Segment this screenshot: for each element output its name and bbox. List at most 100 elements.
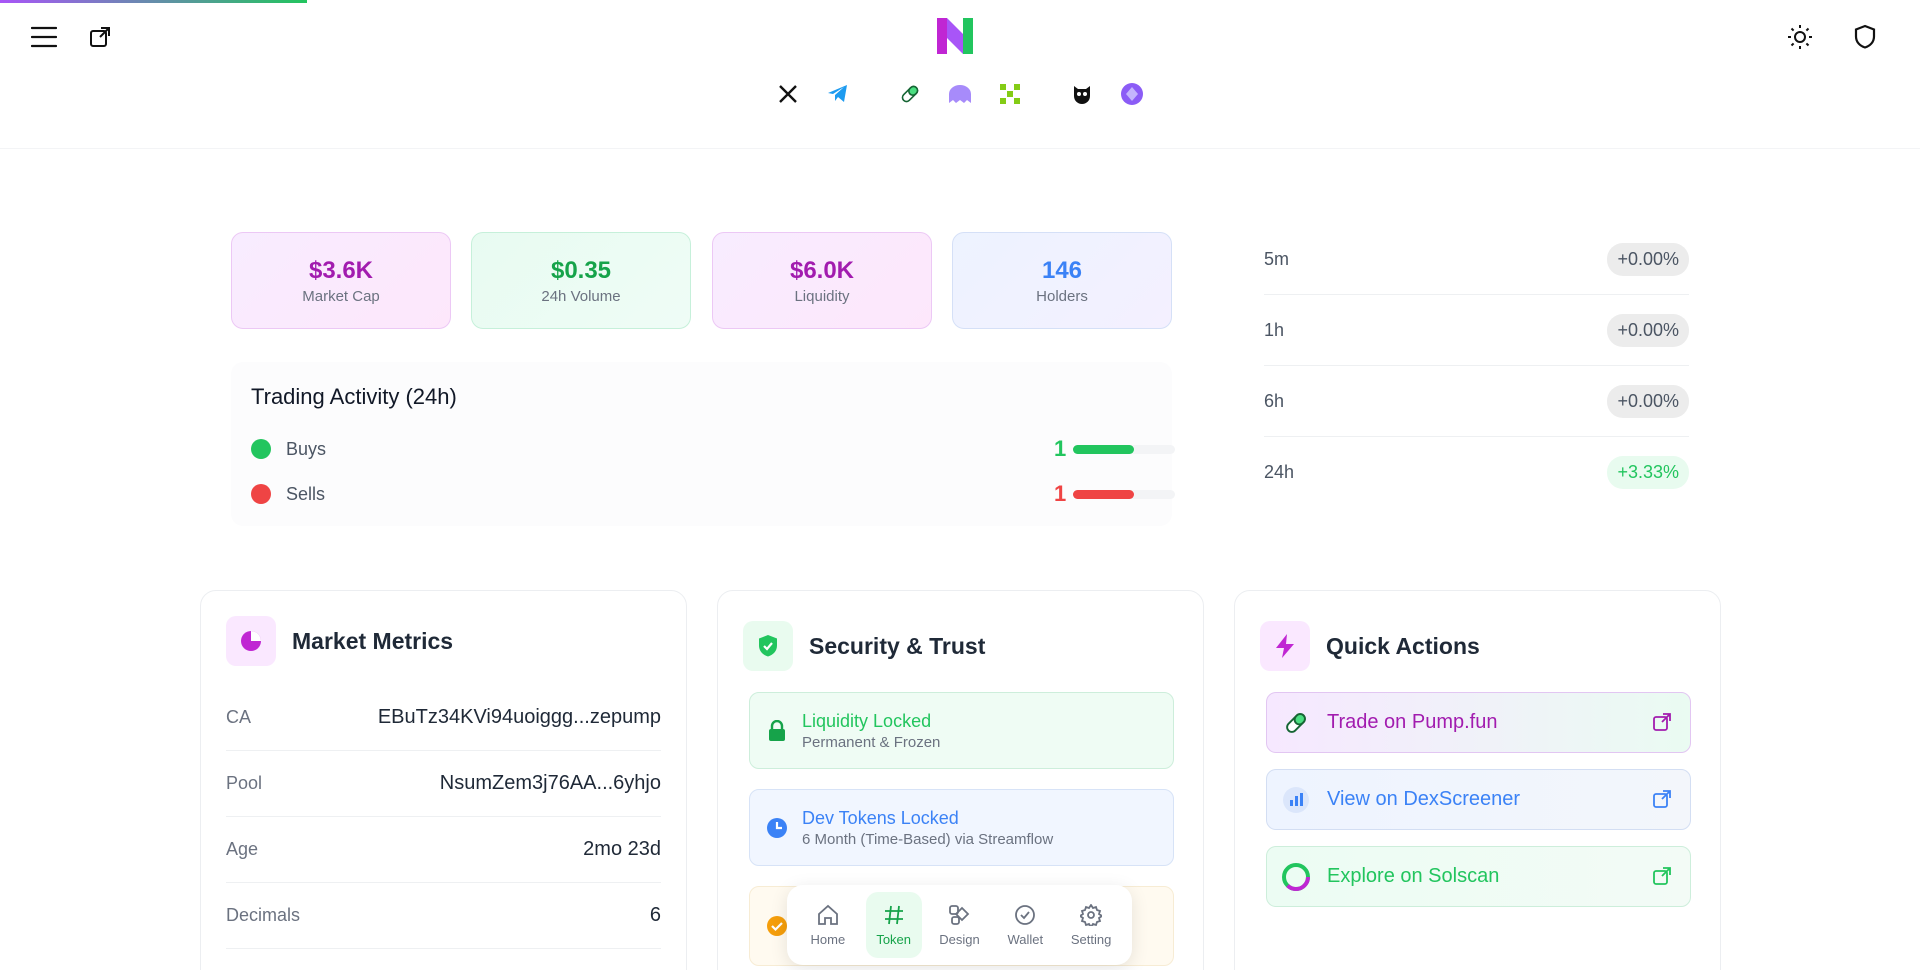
quick-action-label: Explore on Solscan — [1327, 865, 1500, 887]
x-icon — [779, 85, 797, 103]
shield-icon — [1854, 24, 1876, 49]
gear-icon — [1080, 903, 1103, 926]
ghost-icon — [949, 85, 971, 103]
hash-icon — [884, 905, 903, 924]
buys-dot — [251, 439, 271, 459]
timeframe-label: 5m — [1264, 248, 1290, 269]
timeframe-row: 1h +0.00% — [1264, 295, 1689, 366]
nav-label: Wallet — [1007, 931, 1044, 947]
pie-chart-icon — [226, 616, 276, 666]
stat-card-volume: $0.35 24h Volume — [471, 232, 691, 329]
pill-icon — [901, 85, 919, 103]
stat-card-market-cap: $3.6K Market Cap — [231, 232, 451, 329]
sells-bar-track — [1073, 489, 1175, 499]
metric-value[interactable]: NsumZem3j76AA...6yhjo — [440, 772, 661, 795]
stat-label: Market Cap — [302, 287, 380, 305]
bar-chart-icon — [1281, 785, 1311, 815]
brand-logo[interactable] — [935, 16, 975, 56]
external-link-icon — [1653, 867, 1671, 885]
stat-card-holders: 146 Holders — [952, 232, 1172, 329]
buys-count: 1 — [1054, 436, 1067, 461]
explore-solscan-button[interactable]: Explore on Solscan — [1266, 846, 1691, 907]
stat-value: $3.6K — [308, 256, 374, 284]
metric-value: 6 — [649, 904, 661, 926]
menu-button[interactable] — [26, 19, 62, 55]
header-divider — [0, 148, 1920, 149]
nav-design[interactable]: Design — [931, 892, 987, 958]
metric-row: Data Source — [226, 949, 661, 970]
timeframe-label: 1h — [1264, 319, 1285, 340]
panel-header: Quick Actions — [1260, 621, 1480, 671]
stat-label: Liquidity — [794, 287, 850, 305]
metric-value: 2mo 23d — [583, 838, 661, 860]
trading-activity-card: Trading Activity (24h) Buys 1 Sells 1 — [231, 362, 1175, 526]
metric-row: Pool NsumZem3j76AA...6yhjo — [226, 751, 661, 817]
telegram-link[interactable] — [824, 80, 852, 108]
buys-bar-fill — [1073, 444, 1135, 454]
sells-bar-fill — [1073, 489, 1135, 499]
timeframe-change: +0.00% — [1607, 242, 1689, 276]
clock-icon — [766, 817, 788, 839]
sells-row: Sells 1 — [251, 481, 1175, 506]
panel-header: Market Metrics — [226, 616, 453, 666]
security-item-subtitle: Permanent & Frozen — [802, 733, 941, 751]
pumpfun-link[interactable] — [896, 80, 924, 108]
gem-icon — [1121, 83, 1143, 105]
stat-card-liquidity: $6.0K Liquidity — [712, 232, 932, 329]
owl-link[interactable] — [1068, 80, 1096, 108]
security-item-title: Dev Tokens Locked — [802, 807, 959, 828]
ghost-link[interactable] — [946, 80, 974, 108]
panel-title: Market Metrics — [292, 627, 454, 654]
timeframe-change: +0.00% — [1607, 384, 1689, 418]
security-shield-button[interactable] — [1847, 19, 1883, 55]
sells-count: 1 — [1054, 481, 1067, 506]
timeframe-change: +3.33% — [1607, 456, 1689, 489]
trading-activity-title: Trading Activity (24h) — [251, 384, 457, 409]
nav-wallet[interactable]: Wallet — [997, 892, 1053, 958]
quick-action-label: Trade on Pump.fun — [1327, 711, 1498, 733]
nav-token[interactable]: Token — [865, 892, 922, 958]
external-link-icon — [1653, 713, 1671, 731]
view-dexscreener-button[interactable]: View on DexScreener — [1266, 769, 1691, 830]
x-link[interactable] — [774, 80, 802, 108]
open-external-button[interactable] — [82, 19, 118, 55]
checker-link[interactable] — [996, 80, 1024, 108]
telegram-icon — [828, 85, 847, 102]
page-load-progress — [0, 0, 307, 3]
dev-tokens-locked-card: Dev Tokens Locked 6 Month (Time-Based) v… — [749, 789, 1174, 866]
buys-row: Buys 1 — [251, 436, 1175, 461]
pill-icon — [1281, 708, 1311, 738]
owl-icon — [1074, 86, 1090, 104]
sells-dot — [251, 484, 271, 504]
panel-title: Security & Trust — [809, 632, 986, 659]
metric-key: CA — [226, 707, 252, 727]
checker-icon — [1000, 84, 1020, 104]
timeframe-label: 6h — [1264, 390, 1285, 411]
nav-home[interactable]: Home — [800, 892, 856, 958]
badge-check-icon — [1015, 904, 1036, 925]
menu-icon — [31, 26, 57, 48]
verified-badge-icon — [766, 915, 788, 937]
home-icon — [817, 904, 838, 925]
theme-toggle-button[interactable] — [1782, 19, 1818, 55]
market-metrics-panel: Market Metrics CA EBuTz34KVi94uoiggg...z… — [200, 590, 687, 970]
timeframe-row: 5m +0.00% — [1264, 224, 1689, 295]
metric-value[interactable]: EBuTz34KVi94uoiggg...zepump — [378, 706, 661, 729]
metric-row: Decimals 6 — [226, 883, 661, 949]
buys-bar-track — [1073, 444, 1175, 454]
nav-label: Setting — [1070, 931, 1112, 947]
buys-label: Buys — [286, 438, 327, 459]
solscan-icon — [1281, 862, 1311, 892]
nav-setting[interactable]: Setting — [1063, 892, 1119, 958]
sells-label: Sells — [286, 483, 326, 504]
nav-label: Design — [939, 931, 980, 947]
stat-label: Holders — [1036, 287, 1088, 305]
stat-value: $6.0K — [789, 256, 855, 284]
panel-title: Quick Actions — [1326, 632, 1480, 659]
timeframe-change: +0.00% — [1607, 313, 1689, 347]
lightning-icon — [1260, 621, 1310, 671]
liquidity-locked-card: Liquidity Locked Permanent & Frozen — [749, 692, 1174, 769]
gem-link[interactable] — [1118, 80, 1146, 108]
stat-value: 146 — [1041, 256, 1083, 284]
trade-pumpfun-button[interactable]: Trade on Pump.fun — [1266, 692, 1691, 753]
